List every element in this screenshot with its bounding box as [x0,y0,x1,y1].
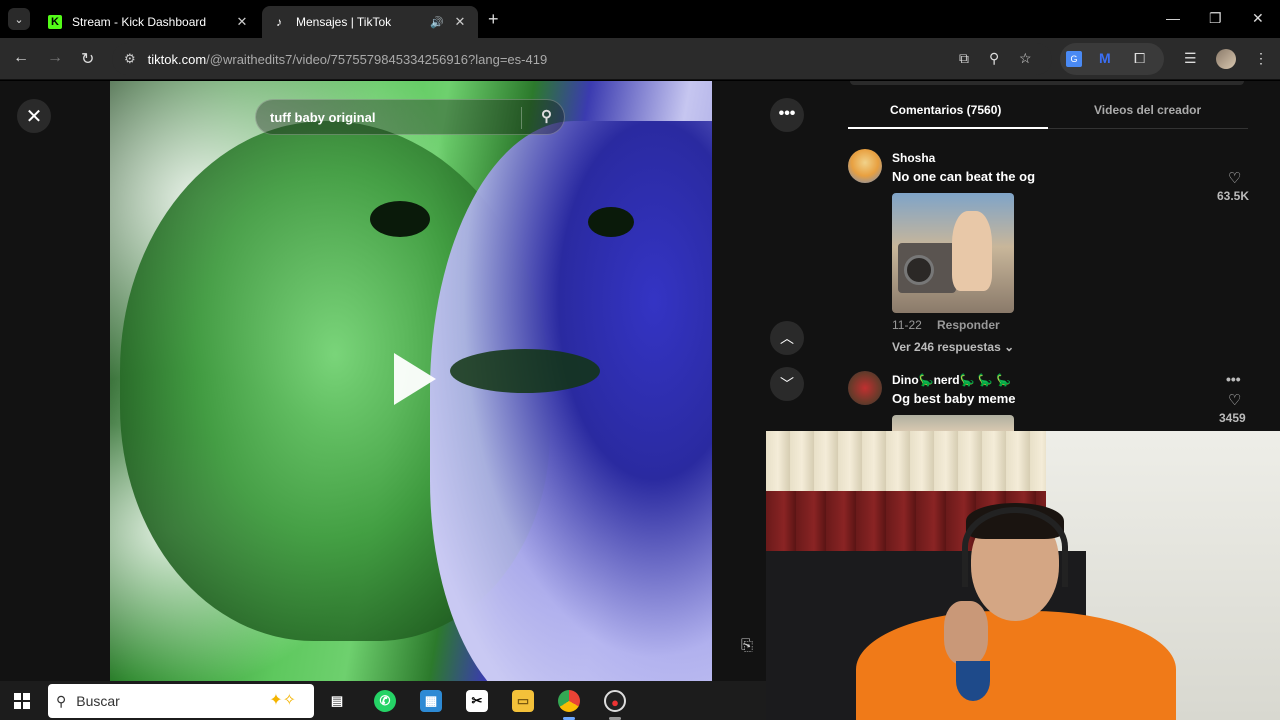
comment-text: No one can beat the og [892,169,1036,184]
video-player[interactable]: tuff baby original ⚲ [110,81,712,681]
file-explorer-icon[interactable]: ▭ [512,690,534,712]
comment-text: Og best baby meme [892,391,1016,406]
restore-icon[interactable]: ❐ [1209,10,1222,27]
capture-icon[interactable]: ⎘ [736,637,758,659]
comment-gif[interactable] [892,193,1014,313]
m-extension-icon[interactable]: M [1099,50,1111,66]
tab-kick-dashboard[interactable]: K Stream - Kick Dashboard ✕ [38,6,260,38]
view-replies-button[interactable]: Ver 246 respuestas ⌄ [892,340,1014,354]
whatsapp-icon[interactable]: ✆ [374,690,396,712]
forward-icon[interactable]: → [47,49,63,67]
reply-button[interactable]: Responder [937,318,1000,332]
previous-video-button[interactable]: ︿ [770,321,804,355]
tab-title: Stream - Kick Dashboard [72,15,207,29]
webcam-shirt-badge [956,661,990,701]
back-icon[interactable]: ← [13,49,29,67]
tab-title: Mensajes | TikTok [296,15,392,29]
translate-extension-icon[interactable]: G [1066,51,1082,67]
more-options-button[interactable]: ••• [770,98,804,132]
avatar[interactable] [848,371,882,405]
comments-panel: Comentarios (7560) Videos del creador Sh… [820,81,1280,431]
tab-search-menu[interactable]: ⌄ [8,8,30,30]
video-blue-baby [430,121,712,681]
zoom-icon[interactable]: ⚲ [989,50,999,67]
webcam-person-shirt [856,611,1176,720]
close-icon[interactable]: ✕ [234,14,250,30]
close-icon: ✕ [25,105,43,128]
video-eye [588,207,634,237]
comment-more-icon[interactable]: ••• [1226,371,1241,387]
comment-like-count: 63.5K [1217,189,1250,203]
store-icon[interactable]: ▦ [420,690,442,712]
taskbar-search-placeholder: Buscar [76,693,120,709]
next-video-button[interactable]: ﹀ [770,367,804,401]
url-domain: tiktok.com [147,51,207,67]
video-eye [370,201,430,237]
close-video-button[interactable]: ✕ [17,99,51,133]
windows-start-icon[interactable] [14,693,30,709]
webcam-headset [962,507,1068,587]
kick-logo-icon: K [48,15,62,29]
search-query: tuff baby original [270,109,376,125]
active-tab-indicator [848,127,1048,129]
obs-icon[interactable]: ● [604,690,626,712]
capcut-icon[interactable]: ✂ [466,690,488,712]
comment-like-count: 3459 [1219,411,1246,425]
install-app-icon[interactable]: ⧉ [959,50,969,67]
divider [521,107,522,129]
view-replies-label: Ver 246 respuestas [892,340,1001,354]
search-icon: ⚲ [56,692,67,709]
sparkle-icon: ✦✧ [269,692,296,709]
heart-icon[interactable]: ♡ [1228,169,1241,187]
close-icon[interactable]: ✕ [452,14,468,30]
task-view-icon[interactable]: ▤ [326,690,348,712]
profile-avatar[interactable] [1216,49,1236,69]
tab-creator-videos[interactable]: Videos del creador [1094,103,1201,117]
taskbar-search-box[interactable]: ⚲ Buscar ✦✧ [48,684,314,718]
url-path: /@wraithedits7/video/7575579845334256916… [206,51,548,67]
webcam-person-hand [944,601,988,665]
site-info-icon[interactable]: ⚙ [124,51,136,67]
gif-speaker [904,255,934,285]
windows-taskbar: ⚲ Buscar ✦✧ ▤ ✆ ▦ ✂ ▭ ● [0,681,766,720]
tab-tiktok[interactable]: ♪ Mensajes | TikTok 🔊 ✕ [262,6,478,38]
heart-icon[interactable]: ♡ [1228,391,1241,409]
address-bar[interactable]: ⚙ tiktok.com /@wraithedits7/video/757557… [112,43,1052,75]
chrome-icon[interactable] [558,690,580,712]
panel-top-bar [850,81,1244,85]
close-window-icon[interactable]: ✕ [1252,10,1264,27]
browser-tab-strip: ⌄ K Stream - Kick Dashboard ✕ ♪ Mensajes… [0,0,1280,38]
chevron-up-icon: ︿ [780,330,794,346]
webcam-overlay [766,431,1280,720]
video-search-box[interactable]: tuff baby original ⚲ [255,99,565,135]
minimize-icon[interactable]: — [1166,10,1180,26]
tiktok-logo-icon: ♪ [276,15,282,29]
search-icon[interactable]: ⚲ [541,107,552,125]
chevron-down-icon: ⌄ [1004,340,1015,354]
new-tab-icon[interactable]: + [488,9,499,30]
gif-baby [952,211,992,291]
reload-icon[interactable]: ↻ [81,49,94,69]
avatar[interactable] [848,149,882,183]
comment-gif[interactable] [892,415,1014,431]
comment-username[interactable]: Shosha [892,151,935,165]
extensions-puzzle-icon[interactable]: ⧠ [1134,50,1145,67]
video-mouth [450,349,600,393]
speaker-icon[interactable]: 🔊 [430,16,444,29]
browser-toolbar: ← → ↻ ⚙ tiktok.com /@wraithedits7/video/… [0,38,1280,80]
comment-date: 11-22 [892,318,922,332]
chevron-down-icon: ﹀ [780,376,794,392]
media-control-icon[interactable]: ☰ [1184,50,1197,67]
play-icon[interactable] [394,353,436,405]
tab-comments[interactable]: Comentarios (7560) [890,103,1001,117]
comment-username[interactable]: Dino🦕nerd🦕 🦕 🦕 [892,373,1011,387]
browser-menu-icon[interactable]: ⋮ [1254,50,1268,67]
bookmark-star-icon[interactable]: ☆ [1019,50,1032,67]
